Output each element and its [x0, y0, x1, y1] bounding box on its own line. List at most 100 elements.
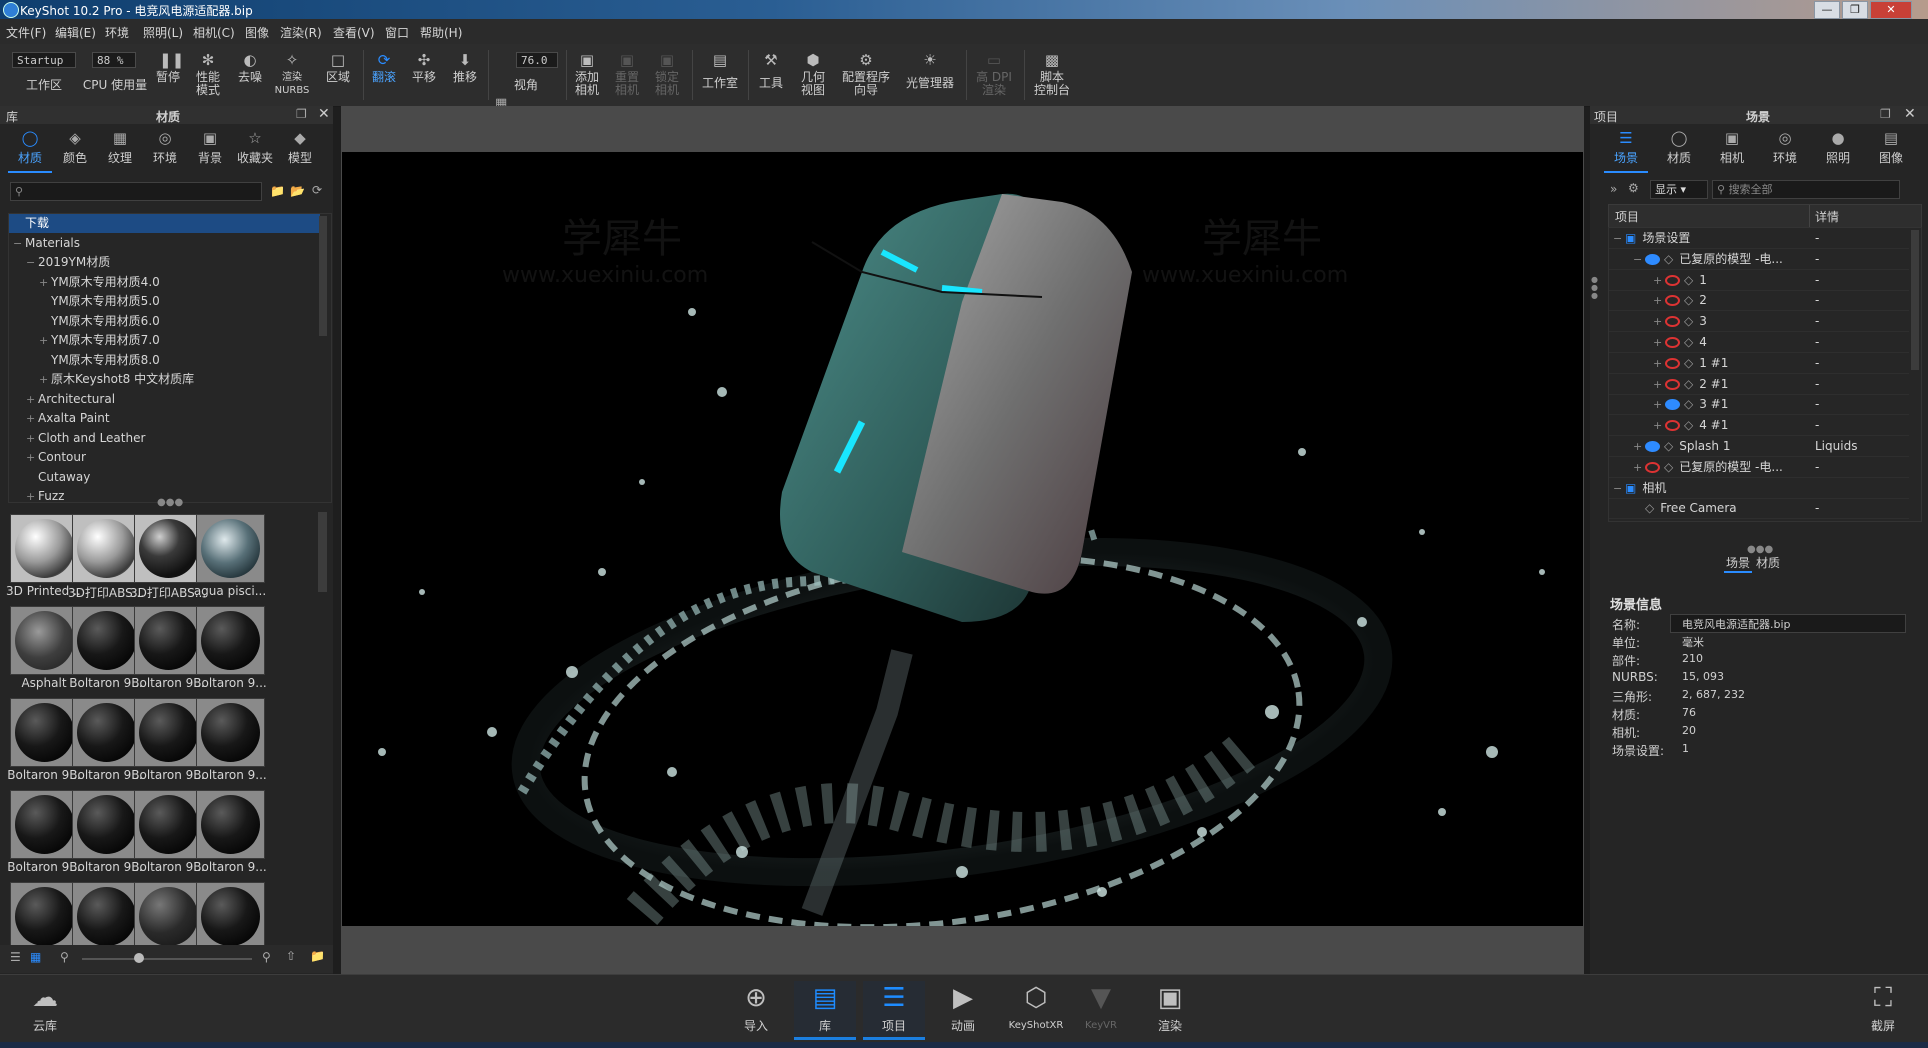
- menu-environment[interactable]: 环境: [105, 24, 129, 41]
- visibility-eye-icon[interactable]: [1665, 420, 1680, 432]
- studio-button[interactable]: ▤ 工作室: [698, 44, 742, 106]
- material-thumbnail[interactable]: [134, 882, 203, 951]
- render-button[interactable]: ▣ 渲染: [1139, 981, 1201, 1037]
- panel-close-icon[interactable]: ✕: [1904, 106, 1916, 122]
- library-tree-item[interactable]: + Axalta Paint: [9, 409, 333, 428]
- dolly-button[interactable]: ⬇ 推移: [449, 44, 481, 106]
- library-tab[interactable]: ◆ 模型: [278, 129, 322, 171]
- material-thumbnail[interactable]: [134, 514, 203, 583]
- project-tab[interactable]: ▣ 相机: [1710, 129, 1754, 171]
- render-viewport[interactable]: 学犀牛 www.xuexiniu.com 学犀牛 www.xuexiniu.co…: [341, 106, 1584, 974]
- menu-view[interactable]: 查看(V): [333, 24, 375, 41]
- library-tree-item[interactable]: − Materials: [9, 234, 320, 253]
- tree-expand-icon[interactable]: −: [13, 234, 25, 253]
- material-thumbnail[interactable]: [196, 514, 265, 583]
- tree-expand-icon[interactable]: +: [39, 370, 51, 389]
- visibility-eye-icon[interactable]: [1665, 316, 1680, 328]
- tree-expand-icon[interactable]: +: [26, 409, 38, 428]
- material-thumbnail[interactable]: [10, 882, 79, 951]
- project-tab[interactable]: ● 照明: [1816, 129, 1860, 171]
- visibility-eye-icon[interactable]: [1645, 441, 1660, 452]
- library-tree-item[interactable]: YM原木专用材质8.0: [9, 351, 346, 370]
- material-thumbnail[interactable]: [134, 606, 203, 675]
- zoom-in-icon[interactable]: ⚲: [262, 950, 271, 964]
- thumbnail-size-slider[interactable]: [82, 958, 252, 960]
- library-tree-item[interactable]: + YM原木专用材质4.0: [9, 273, 346, 292]
- cloud-library-button[interactable]: ☁ 云库: [14, 981, 76, 1037]
- library-button[interactable]: ▤ 库: [794, 981, 856, 1040]
- material-thumbnail[interactable]: [72, 606, 141, 675]
- tree-expand-icon[interactable]: −: [1613, 479, 1625, 499]
- library-tab[interactable]: ◯ 材质: [8, 129, 52, 173]
- grid-scrollbar[interactable]: [318, 512, 327, 592]
- screenshot-button[interactable]: ⛶ 截屏: [1852, 981, 1914, 1037]
- lock-camera-button[interactable]: ▣ 锁定 相机: [652, 44, 682, 106]
- visibility-eye-icon[interactable]: [1665, 399, 1680, 411]
- material-thumbnail[interactable]: [10, 790, 79, 859]
- material-thumbnail[interactable]: [72, 514, 141, 583]
- material-thumbnail[interactable]: [10, 514, 79, 583]
- visibility-eye-icon[interactable]: [1645, 461, 1660, 473]
- splitter-handle-icon[interactable]: ●●●: [157, 497, 183, 508]
- scene-tree-item[interactable]: + ◇ 1 #1 -: [1609, 353, 1909, 374]
- tools-button[interactable]: ⚒ 工具: [754, 44, 788, 106]
- menu-camera[interactable]: 相机(C): [193, 24, 235, 41]
- tree-expand-icon[interactable]: +: [1653, 291, 1665, 311]
- tree-expand-icon[interactable]: +: [26, 429, 38, 448]
- project-tab[interactable]: ☰ 场景: [1604, 129, 1648, 173]
- tree-expand-icon[interactable]: +: [39, 273, 51, 292]
- tree-expand-icon[interactable]: +: [1653, 416, 1665, 436]
- menu-help[interactable]: 帮助(H): [420, 24, 462, 41]
- realtime-render-view[interactable]: 学犀牛 www.xuexiniu.com 学犀牛 www.xuexiniu.co…: [342, 152, 1583, 926]
- tree-expand-icon[interactable]: +: [1653, 375, 1665, 395]
- performance-mode-button[interactable]: ✻ 性能 模式: [192, 44, 224, 106]
- tree-scrollbar[interactable]: [319, 216, 327, 336]
- folder-add-icon[interactable]: 📁: [310, 949, 325, 963]
- tree-expand-icon[interactable]: −: [1613, 229, 1625, 249]
- region-button[interactable]: □ 区域: [322, 44, 354, 106]
- visibility-eye-icon[interactable]: [1665, 295, 1680, 307]
- panel-close-icon[interactable]: ✕: [318, 106, 330, 122]
- folder-icon[interactable]: 📁: [270, 184, 285, 198]
- tree-expand-icon[interactable]: +: [1633, 458, 1645, 478]
- tree-expand-icon[interactable]: −: [1633, 250, 1645, 270]
- list-view-icon[interactable]: ☰: [10, 950, 21, 964]
- denoise-button[interactable]: ◐ 去噪: [234, 44, 266, 106]
- scene-tree-item[interactable]: + ◇ 2 #1 -: [1609, 374, 1909, 395]
- material-thumbnail[interactable]: [10, 698, 79, 767]
- config-wizard-button[interactable]: ⚙ 配置程序 向导: [838, 44, 894, 106]
- reset-camera-button[interactable]: ▣ 重置 相机: [612, 44, 642, 106]
- subtab-scene[interactable]: 场景: [1724, 554, 1753, 573]
- library-tab[interactable]: ◈ 颜色: [53, 129, 97, 171]
- keyshotxr-button[interactable]: ⬡ KeyShotXR: [1001, 981, 1071, 1037]
- project-tab[interactable]: ◎ 环境: [1763, 129, 1807, 171]
- library-tree-item[interactable]: + 原木Keyshot8 中文材质库: [9, 370, 346, 389]
- tree-expand-icon[interactable]: +: [1653, 354, 1665, 374]
- project-button[interactable]: ☰ 项目: [863, 981, 925, 1040]
- tree-expand-icon[interactable]: +: [39, 331, 51, 350]
- library-tab[interactable]: ☆ 收藏夹: [233, 129, 277, 171]
- tree-expand-icon[interactable]: +: [26, 448, 38, 467]
- library-tree-item[interactable]: 下载: [9, 214, 320, 233]
- visibility-eye-icon[interactable]: [1665, 378, 1680, 390]
- high-dpi-button[interactable]: ▭ 高 DPI 渲染: [972, 44, 1016, 106]
- upload-icon[interactable]: ⇧: [286, 949, 296, 963]
- undock-icon[interactable]: ❐: [1880, 107, 1891, 121]
- menu-edit[interactable]: 编辑(E): [55, 24, 96, 41]
- light-manager-button[interactable]: ☀ 光管理器: [902, 44, 958, 106]
- minimize-button[interactable]: —: [1814, 1, 1840, 19]
- tumble-button[interactable]: ⟳ 翻滚: [366, 44, 402, 108]
- scene-tree-item[interactable]: − ▣ 场景设置 -: [1609, 228, 1909, 249]
- material-thumbnail[interactable]: [196, 698, 265, 767]
- menu-lighting[interactable]: 照明(L): [143, 24, 183, 41]
- scene-tree-scrollbar[interactable]: [1911, 230, 1919, 370]
- tree-expand-icon[interactable]: +: [26, 487, 38, 506]
- restore-button[interactable]: ❐: [1842, 1, 1868, 19]
- library-tree-item[interactable]: + Cloth and Leather: [9, 429, 333, 448]
- import-folder-icon[interactable]: 📂: [290, 184, 305, 198]
- render-nurbs-button[interactable]: ✧ 渲染 NURBS: [274, 44, 310, 106]
- project-tab[interactable]: ▤ 图像: [1869, 129, 1913, 171]
- subtab-materials[interactable]: 材质: [1756, 554, 1780, 571]
- keyvr-button[interactable]: ▼ KeyVR: [1070, 981, 1132, 1037]
- tree-expand-icon[interactable]: +: [26, 390, 38, 409]
